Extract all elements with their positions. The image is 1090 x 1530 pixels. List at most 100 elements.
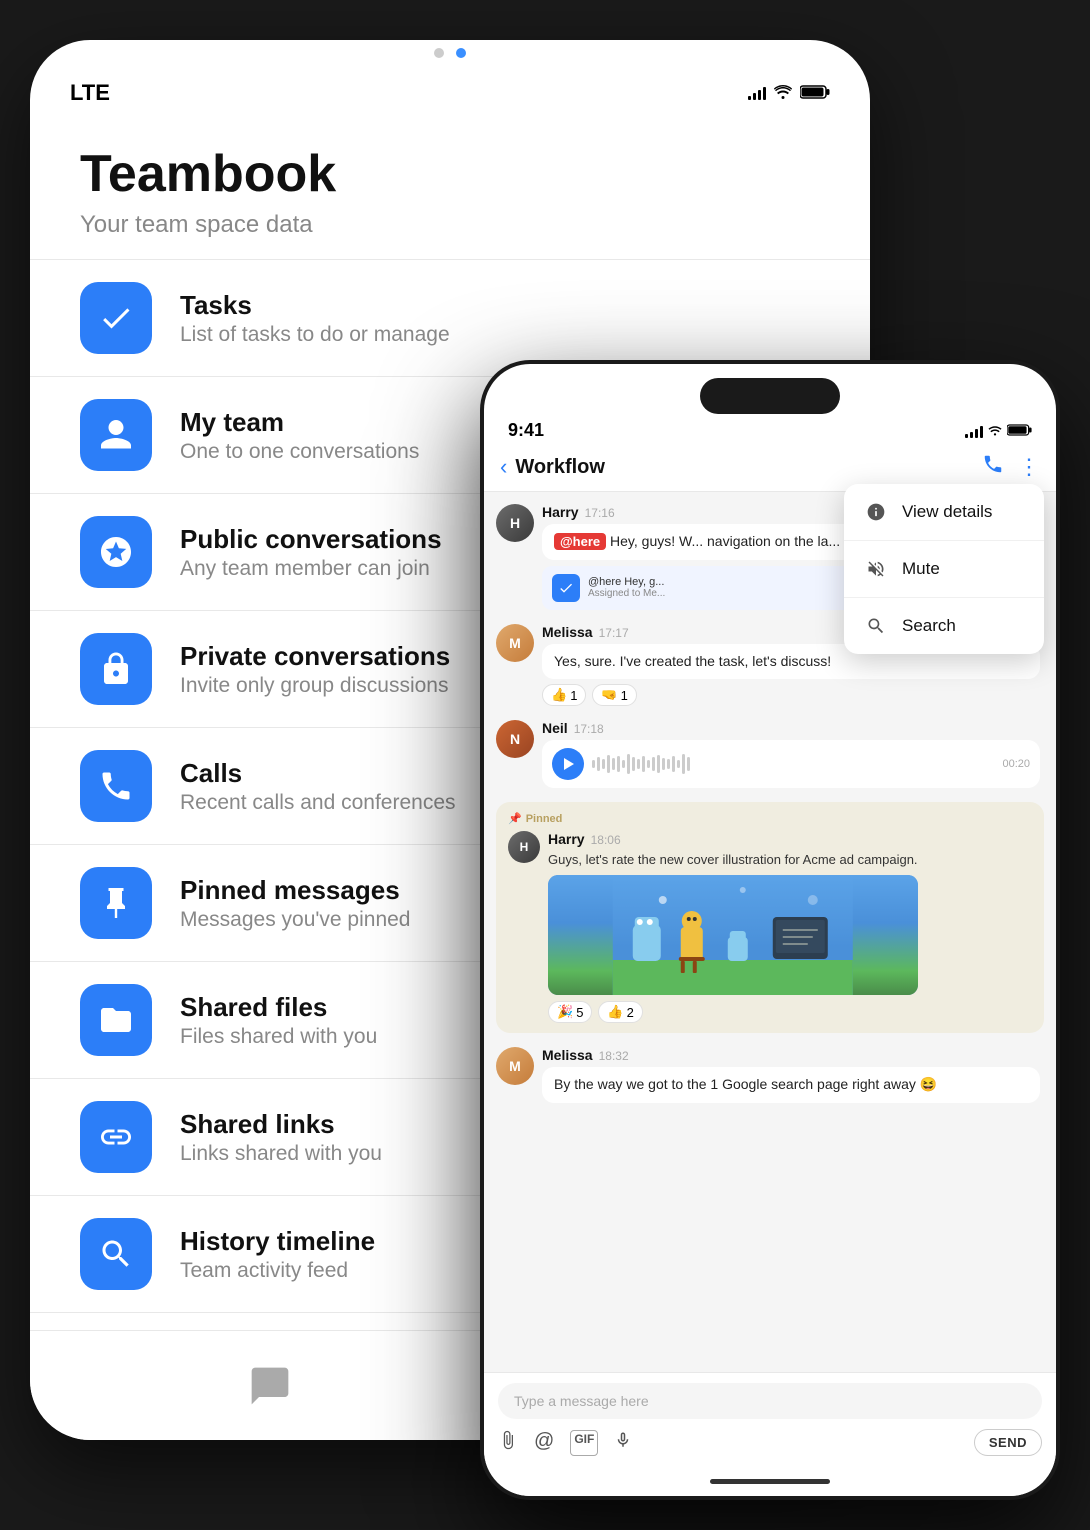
home-bar [710, 1479, 830, 1484]
wb8 [627, 754, 630, 774]
message-melissa-last: M Melissa 18:32 By the way we got to the… [496, 1047, 1044, 1103]
history-icon [80, 1218, 152, 1290]
attach-icon[interactable] [498, 1430, 518, 1456]
tab-chat[interactable] [248, 1364, 292, 1408]
wb5 [612, 758, 615, 770]
fist-count: 1 [621, 688, 628, 703]
front-phone-screen: 9:41 [484, 364, 1056, 1496]
shared-files-icon [80, 984, 152, 1056]
task-card-line2: Assigned to Me... [588, 588, 665, 599]
back-button[interactable]: ‹ [500, 454, 507, 480]
chat-header-left: ‹ Workflow [500, 454, 605, 480]
fbar3 [975, 429, 978, 438]
camera-dot-1 [434, 48, 444, 58]
search-label: Search [902, 616, 956, 636]
tasks-label: Tasks [180, 290, 450, 321]
mute-label: Mute [902, 559, 940, 579]
mic-icon[interactable] [614, 1430, 632, 1456]
wb6 [617, 756, 620, 772]
wb13 [652, 757, 655, 771]
more-options-button[interactable]: ⋮ [1018, 454, 1040, 480]
shared-links-label: Shared links [180, 1109, 382, 1140]
reaction-fist[interactable]: 🤜 1 [592, 684, 636, 706]
wb17 [672, 756, 675, 772]
fbar2 [970, 432, 973, 438]
pinned-desc: Messages you've pinned [180, 908, 411, 932]
placeholder-text: Type a message here [514, 1393, 649, 1409]
play-button[interactable] [552, 748, 584, 780]
avatar-harry: H [496, 504, 534, 542]
shared-links-text: Shared links Links shared with you [180, 1109, 382, 1166]
status-bar: LTE [30, 62, 870, 116]
image-scene [548, 875, 918, 995]
wb18 [677, 760, 680, 768]
send-button[interactable]: SEND [974, 1429, 1042, 1456]
message-neil: N Neil 17:18 [496, 720, 1044, 788]
dropdown-mute[interactable]: Mute [844, 541, 1044, 598]
public-conv-label: Public conversations [180, 524, 442, 555]
call-button[interactable] [982, 453, 1004, 481]
public-conv-text: Public conversations Any team member can… [180, 524, 442, 581]
shared-links-desc: Links shared with you [180, 1142, 382, 1166]
pinned-message-block: 📌 Pinned H Harry 18:06 Guys, let's rate … [496, 802, 1044, 1033]
thumbsup-count: 1 [570, 688, 577, 703]
front-status-bar: 9:41 [484, 414, 1056, 445]
chat-header-right: ⋮ [982, 453, 1040, 481]
wb3 [602, 759, 605, 769]
harry-text: Hey, guys! W... navigation on the la... [610, 533, 840, 549]
message-input-placeholder: Type a message here [498, 1383, 1042, 1419]
melissa-last-time: 18:32 [599, 1049, 629, 1063]
mention-icon[interactable]: @ [534, 1430, 554, 1456]
bar4 [763, 87, 766, 100]
pinned-label: Pinned messages [180, 875, 411, 906]
wb10 [637, 759, 640, 769]
shared-files-text: Shared files Files shared with you [180, 992, 377, 1049]
shared-links-icon [80, 1101, 152, 1173]
menu-item-tasks[interactable]: Tasks List of tasks to do or manage [30, 259, 870, 376]
thumbsup-emoji: 👍 [551, 687, 567, 703]
chat-toolbar: @ GIF SEND [498, 1429, 1042, 1456]
here-mention: @here [554, 533, 606, 550]
dropdown-search[interactable]: Search [844, 598, 1044, 654]
neil-meta: Neil 17:18 [542, 720, 1040, 736]
fist-emoji: 🤜 [601, 687, 617, 703]
pinned-time: 18:06 [591, 833, 621, 847]
melissa-last-meta: Melissa 18:32 [542, 1047, 1040, 1063]
private-conv-text: Private conversations Invite only group … [180, 641, 450, 698]
app-header: Teambook Your team space data [30, 116, 870, 259]
gif-icon[interactable]: GIF [570, 1430, 598, 1456]
private-conv-label: Private conversations [180, 641, 450, 672]
melissa-sender: Melissa [542, 624, 593, 640]
wb2 [597, 757, 600, 771]
waveform [592, 752, 994, 776]
avatar-melissa: M [496, 624, 534, 662]
dropdown-view-details[interactable]: View details [844, 484, 1044, 541]
wb1 [592, 760, 595, 768]
pin-emoji: 📌 [508, 812, 522, 825]
pinned-sender: Harry [548, 831, 585, 847]
harry-time: 17:16 [585, 506, 615, 520]
mute-icon [862, 555, 890, 583]
front-wifi-icon [988, 423, 1002, 439]
pinned-reactions: 🎉 5 👍 2 [548, 1001, 918, 1023]
fbar1 [965, 434, 968, 438]
harry-sender: Harry [542, 504, 579, 520]
reaction-party[interactable]: 🎉 5 [548, 1001, 592, 1023]
reaction-thumbs-pinned[interactable]: 👍 2 [598, 1001, 642, 1023]
public-conv-icon [80, 516, 152, 588]
front-status-icons [965, 423, 1032, 439]
history-label: History timeline [180, 1226, 375, 1257]
wb19 [682, 754, 685, 774]
reaction-thumbsup[interactable]: 👍 1 [542, 684, 586, 706]
calls-desc: Recent calls and conferences [180, 791, 456, 815]
shared-files-label: Shared files [180, 992, 377, 1023]
wb20 [687, 757, 690, 771]
toolbar-icons: @ GIF [498, 1430, 632, 1456]
search-icon [862, 612, 890, 640]
melissa-last-text: By the way we got to the 1 Google search… [554, 1076, 937, 1092]
pinned-text-wrap: Pinned messages Messages you've pinned [180, 875, 411, 932]
private-conv-desc: Invite only group discussions [180, 674, 450, 698]
wifi-icon [774, 83, 792, 104]
bar1 [748, 96, 751, 100]
my-team-label: My team [180, 407, 419, 438]
